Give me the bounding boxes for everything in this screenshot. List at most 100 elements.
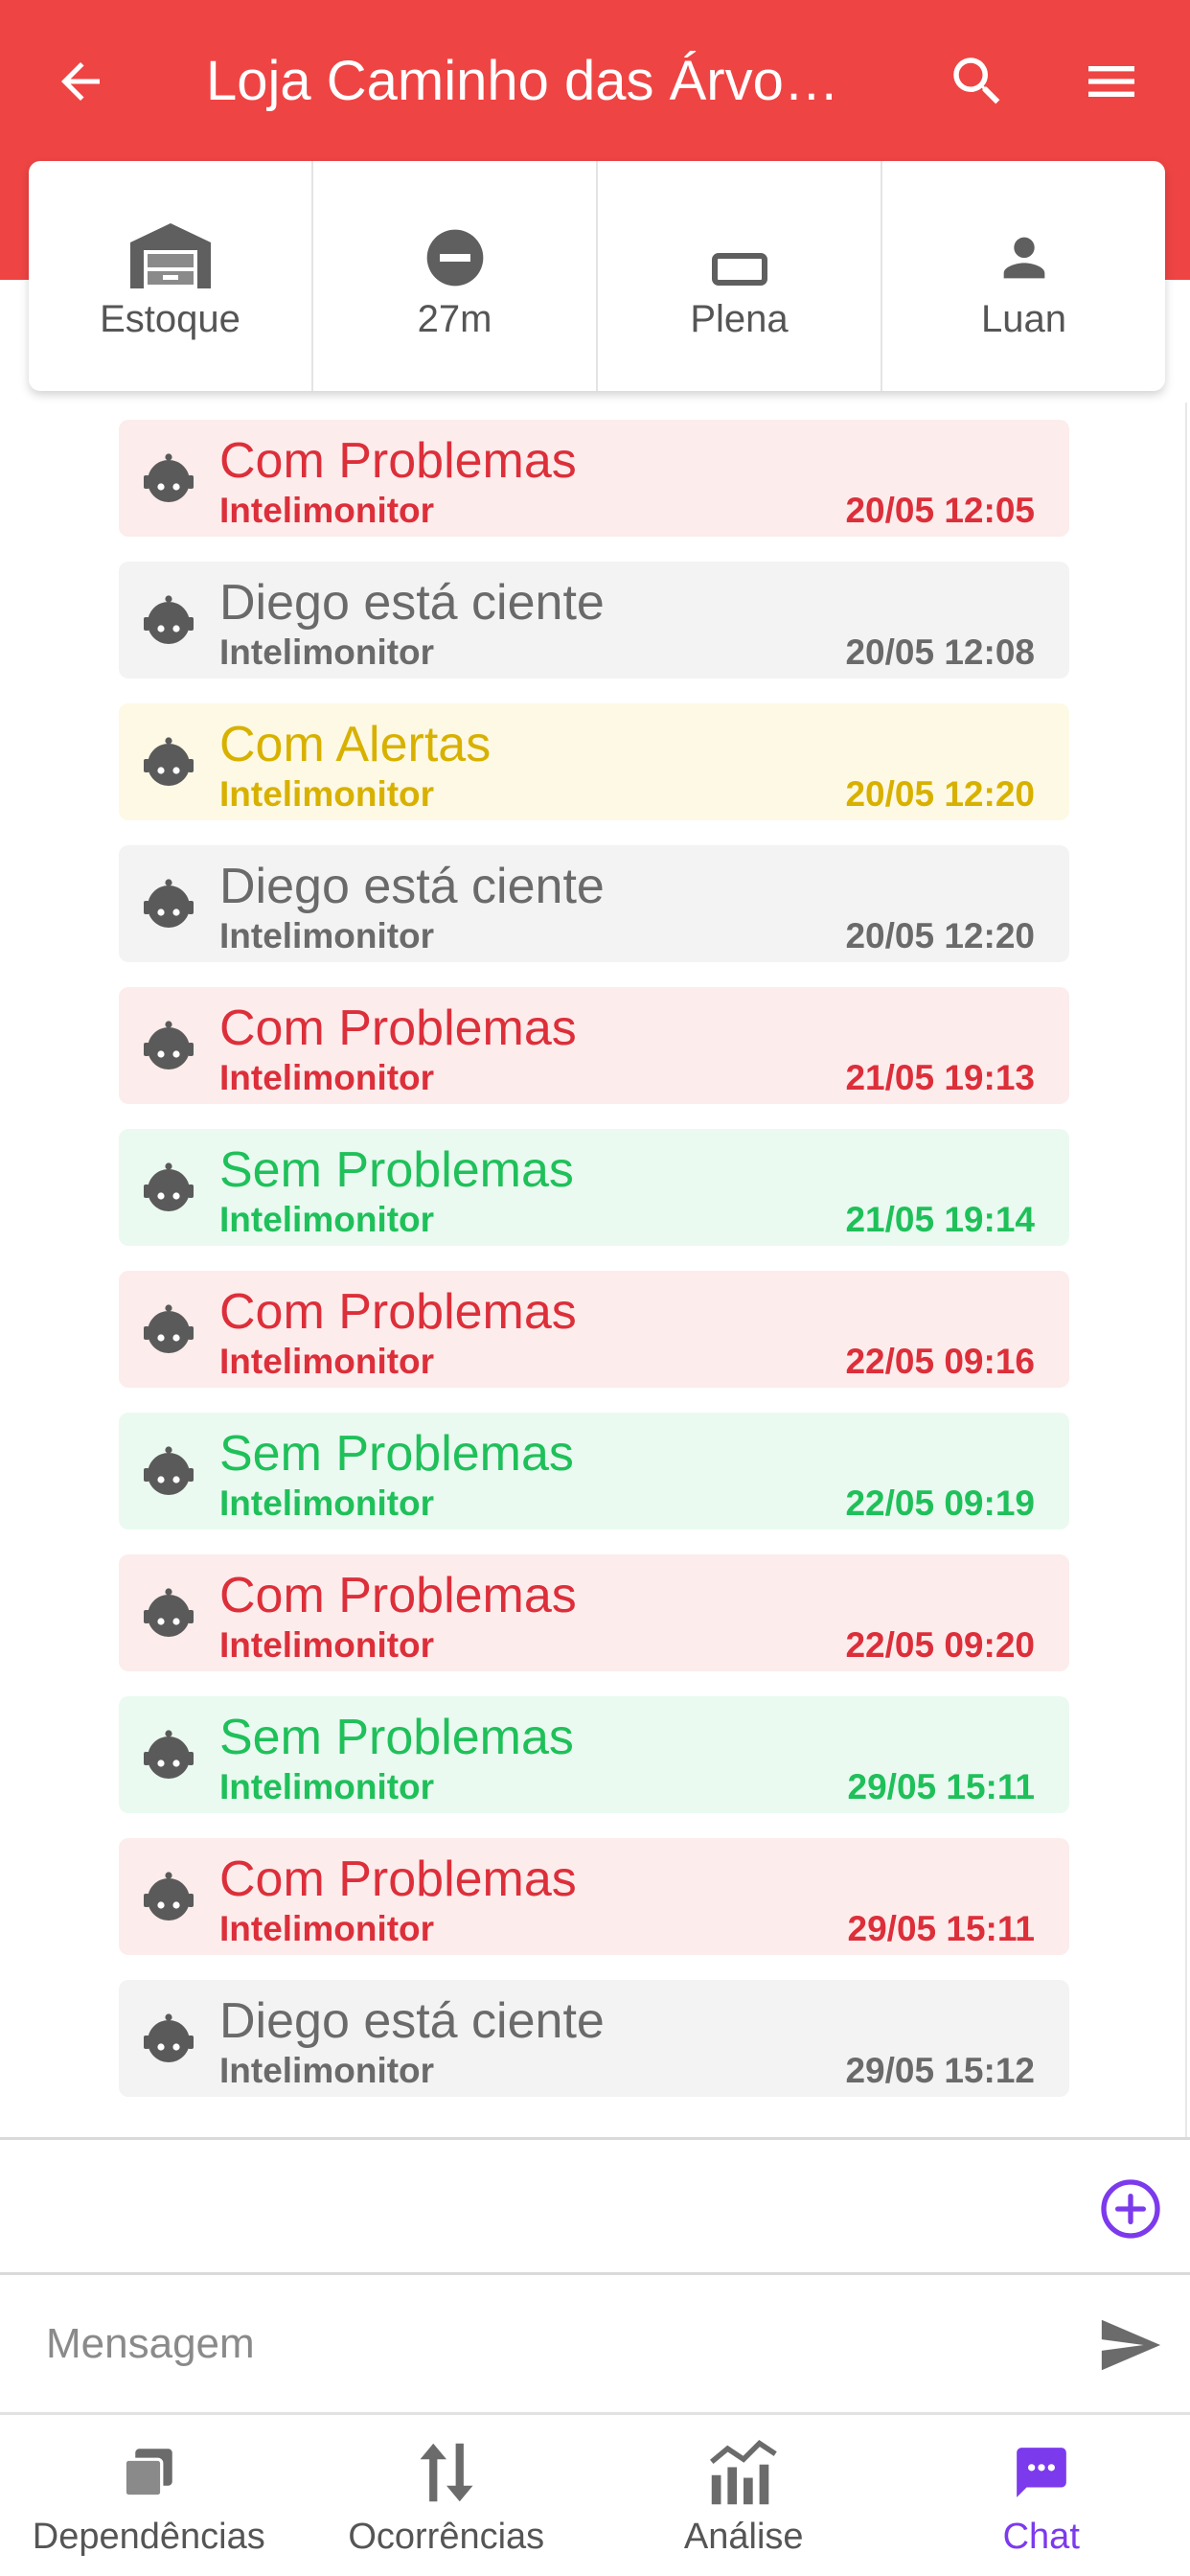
message-time: 29/05 15:11	[847, 1767, 1035, 1806]
send-icon[interactable]	[1096, 2312, 1163, 2379]
robot-icon	[142, 1445, 195, 1499]
robot-icon	[142, 736, 195, 790]
message-title: Diego está ciente	[219, 575, 605, 631]
search-icon	[953, 58, 1000, 104]
message-time: 21/05 19:13	[845, 1058, 1035, 1097]
message-item[interactable]: Diego está ciente Intelimonitor 20/05 12:0…	[119, 562, 1069, 678]
message-item[interactable]: Sem Problemas Intelimonitor 21/05 19:14	[119, 1129, 1069, 1246]
message-item[interactable]: Com Problemas Intelimonitor 22/05 09:20	[119, 1554, 1069, 1671]
message-title: Com Problemas	[219, 1284, 577, 1340]
message-time: 22/05 09:19	[845, 1484, 1035, 1523]
message-time: 20/05 12:05	[845, 491, 1035, 530]
info-item-time[interactable]: 27m	[313, 161, 598, 391]
back-button[interactable]	[46, 38, 115, 125]
message-item[interactable]: Sem Problemas Intelimonitor 29/05 15:11	[119, 1696, 1069, 1813]
robot-icon	[142, 1020, 195, 1073]
hamburger-menu-icon	[1088, 66, 1134, 97]
message-item[interactable]: Com Problemas Intelimonitor 29/05 15:11	[119, 1838, 1069, 1955]
message-title: Com Problemas	[219, 1000, 577, 1056]
nav-label: Ocorrências	[348, 2517, 545, 2557]
arrows-updown-icon	[420, 2443, 473, 2502]
message-sender: Intelimonitor	[219, 2051, 435, 2090]
message-title: Sem Problemas	[219, 1426, 574, 1482]
nav-ocorrencias[interactable]: Ocorrências	[298, 2415, 596, 2576]
message-title: Sem Problemas	[219, 1142, 574, 1198]
info-item-estoque[interactable]: Estoque	[29, 161, 313, 391]
attachment-bar	[0, 2137, 1190, 2275]
message-time: 22/05 09:20	[845, 1625, 1035, 1665]
robot-icon	[142, 1729, 195, 1782]
message-time: 21/05 19:14	[845, 1200, 1035, 1239]
message-item[interactable]: Diego está ciente Intelimonitor 29/05 15:1…	[119, 1980, 1069, 2097]
message-sender: Intelimonitor	[219, 1909, 435, 1948]
message-title: Sem Problemas	[219, 1710, 574, 1765]
message-sender: Intelimonitor	[219, 1625, 435, 1665]
warehouse-icon	[129, 222, 211, 288]
message-item[interactable]: Sem Problemas Intelimonitor 22/05 09:19	[119, 1413, 1069, 1530]
info-label: 27m	[417, 297, 492, 340]
person-icon	[1003, 237, 1044, 278]
robot-icon	[142, 1587, 195, 1641]
robot-icon	[142, 452, 195, 506]
rectangle-icon	[711, 252, 767, 286]
message-feed[interactable]: Com Problemas Intelimonitor 20/05 12:05 Die…	[0, 393, 1190, 2137]
robot-icon	[142, 1162, 195, 1215]
message-item[interactable]: Com Problemas Intelimonitor 20/05 12:05	[119, 420, 1069, 537]
message-sender: Intelimonitor	[219, 1342, 435, 1381]
message-title: Com Problemas	[219, 433, 577, 489]
info-label: Estoque	[100, 297, 240, 340]
message-sender: Intelimonitor	[219, 632, 435, 672]
info-item-user[interactable]: Luan	[882, 161, 1165, 391]
message-title: Com Alertas	[219, 717, 492, 772]
message-sender: Intelimonitor	[219, 916, 435, 955]
nav-label: Análise	[683, 2517, 804, 2557]
message-item[interactable]: Com Problemas Intelimonitor 21/05 19:13	[119, 987, 1069, 1104]
nav-chat[interactable]: Chat	[893, 2415, 1190, 2576]
robot-icon	[142, 1303, 195, 1357]
message-item[interactable]: Diego está ciente Intelimonitor 20/05 12:2…	[119, 845, 1069, 962]
minus-circle-icon	[426, 229, 483, 286]
message-sender: Intelimonitor	[219, 774, 435, 814]
message-title: Com Problemas	[219, 1568, 577, 1623]
nav-label: Dependências	[32, 2517, 265, 2557]
info-label: Luan	[981, 297, 1066, 340]
message-title: Com Problemas	[219, 1852, 577, 1907]
info-card: Estoque 27m Plena Luan	[29, 161, 1165, 391]
scrollbar[interactable]	[1185, 402, 1187, 2137]
robot-icon	[142, 2012, 195, 2066]
message-title: Diego está ciente	[219, 1993, 605, 2049]
compose-bar	[0, 2275, 1190, 2415]
chat-icon	[1016, 2448, 1066, 2497]
message-time: 29/05 15:11	[847, 1909, 1035, 1948]
message-time: 20/05 12:20	[845, 916, 1035, 955]
add-circle-icon[interactable]	[1100, 2178, 1161, 2240]
nav-analise[interactable]: Análise	[595, 2415, 893, 2576]
message-sender: Intelimonitor	[219, 1767, 435, 1806]
info-label: Plena	[690, 297, 789, 340]
robot-icon	[142, 1871, 195, 1924]
info-item-plena[interactable]: Plena	[598, 161, 882, 391]
robot-icon	[142, 878, 195, 932]
message-sender: Intelimonitor	[219, 1200, 435, 1239]
message-sender: Intelimonitor	[219, 1484, 435, 1523]
message-item[interactable]: Com Problemas Intelimonitor 22/05 09:16	[119, 1271, 1069, 1388]
message-time: 20/05 12:20	[845, 774, 1035, 814]
analytics-icon	[710, 2439, 778, 2505]
message-sender: Intelimonitor	[219, 1058, 435, 1097]
bottom-navigation: Dependências Ocorrências Análise Chat	[0, 2415, 1190, 2576]
message-item[interactable]: Com Alertas Intelimonitor 20/05 12:20	[119, 703, 1069, 820]
arrow-left-icon	[61, 62, 100, 101]
nav-label: Chat	[1002, 2517, 1080, 2557]
page-title: Loja Caminho das Árvores	[206, 50, 858, 112]
menu-button[interactable]	[1068, 38, 1155, 125]
nav-dependencias[interactable]: Dependências	[0, 2415, 298, 2576]
message-input[interactable]	[46, 2304, 1062, 2384]
message-time: 29/05 15:12	[845, 2051, 1035, 2090]
message-title: Diego está ciente	[219, 859, 605, 914]
dependencies-icon	[123, 2449, 172, 2498]
search-button[interactable]	[934, 38, 1020, 125]
robot-icon	[142, 594, 195, 648]
message-time: 22/05 09:16	[845, 1342, 1035, 1381]
message-sender: Intelimonitor	[219, 491, 435, 530]
message-time: 20/05 12:08	[845, 632, 1035, 672]
